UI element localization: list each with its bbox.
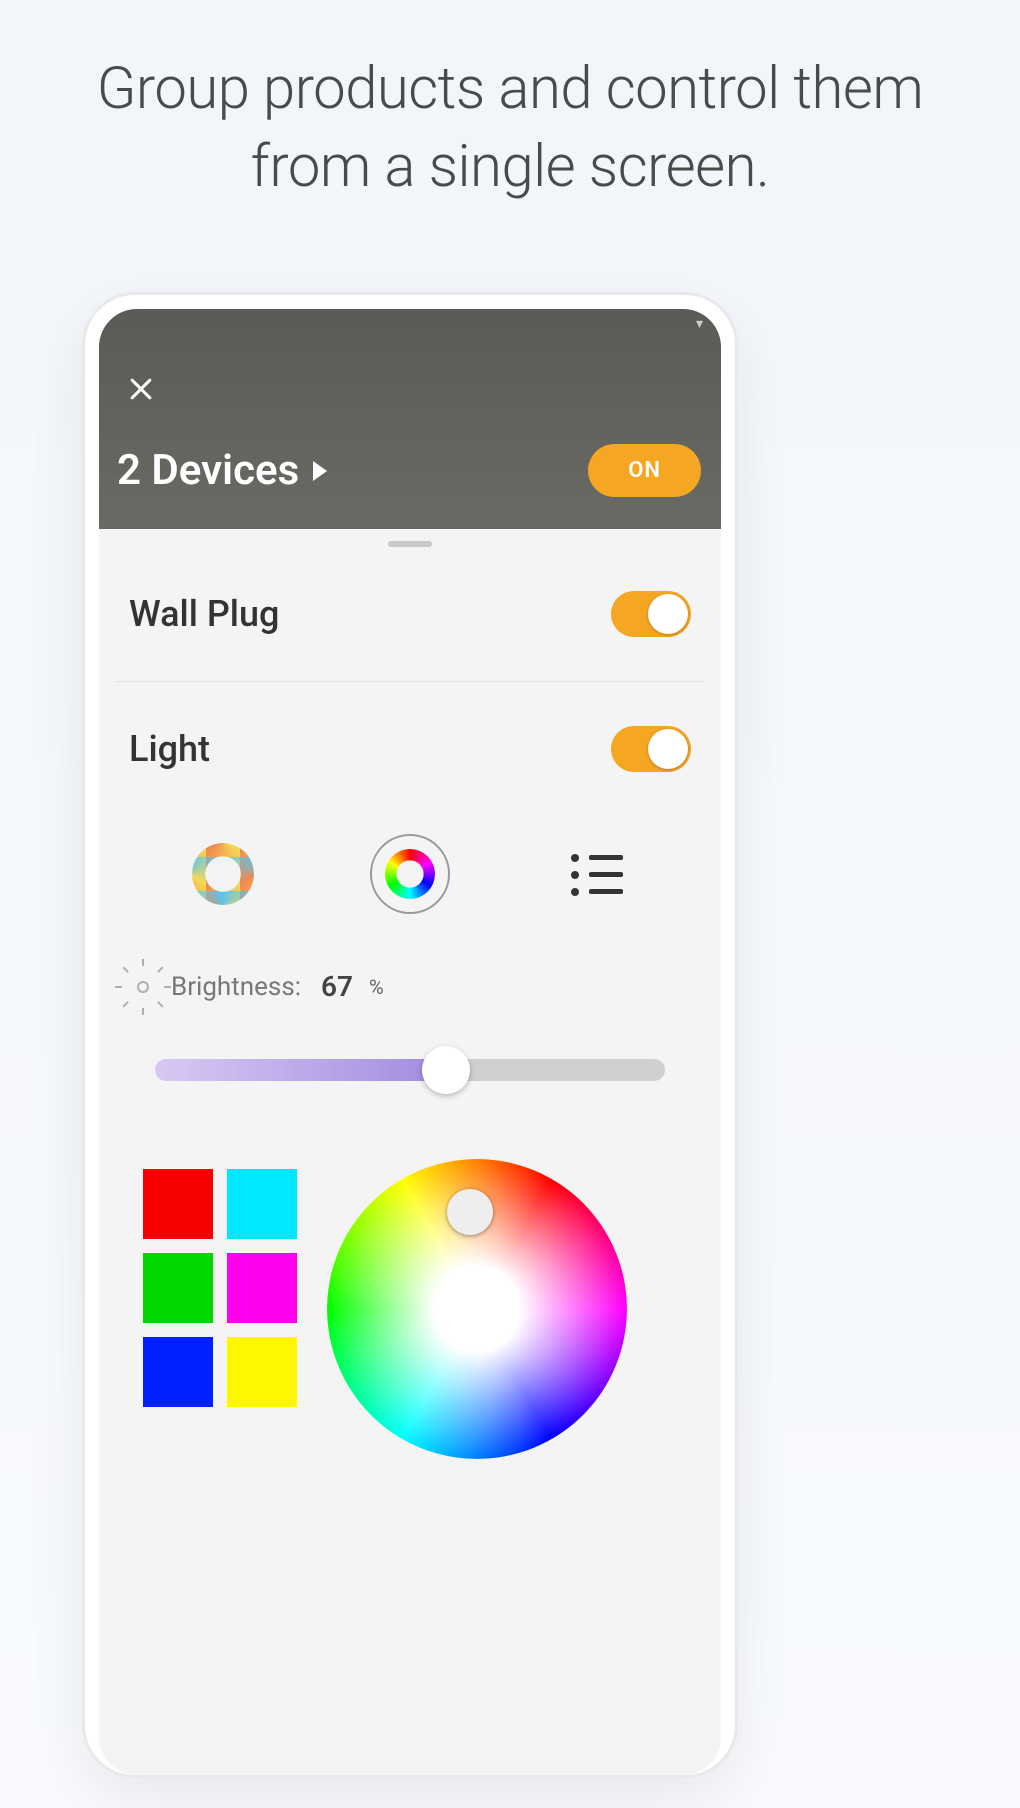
swatch-cyan[interactable] bbox=[227, 1169, 297, 1239]
wall-plug-toggle[interactable] bbox=[611, 591, 691, 637]
app-header: ▾ 2 Devices ON bbox=[99, 309, 721, 529]
mode-temperature-button[interactable] bbox=[183, 834, 263, 914]
swatch-blue[interactable] bbox=[143, 1337, 213, 1407]
light-toggle[interactable] bbox=[611, 726, 691, 772]
swatch-red[interactable] bbox=[143, 1169, 213, 1239]
caret-right-icon bbox=[313, 461, 327, 481]
wifi-icon: ▾ bbox=[696, 316, 703, 332]
brightness-value: 67 bbox=[321, 970, 353, 1003]
devices-title-row[interactable]: 2 Devices bbox=[117, 446, 327, 495]
control-panel: Wall Plug Light bbox=[99, 541, 721, 1775]
brightness-slider[interactable] bbox=[155, 1059, 665, 1081]
list-icon bbox=[571, 852, 623, 896]
color-wheel[interactable] bbox=[327, 1169, 677, 1429]
brightness-label: Brightness: bbox=[171, 972, 301, 1002]
swatch-green[interactable] bbox=[143, 1253, 213, 1323]
slider-thumb[interactable] bbox=[422, 1046, 470, 1094]
swatch-magenta[interactable] bbox=[227, 1253, 297, 1323]
brightness-readout: Brightness: 67 % bbox=[99, 924, 721, 1011]
status-bar: ▾ bbox=[99, 309, 721, 339]
phone-mockup: ▾ 2 Devices ON Wall Plug Light bbox=[85, 295, 735, 1775]
mode-presets-button[interactable] bbox=[557, 834, 637, 914]
power-on-button[interactable]: ON bbox=[588, 444, 701, 497]
color-wheel-cursor[interactable] bbox=[447, 1189, 493, 1235]
temperature-ring-icon bbox=[192, 843, 254, 905]
device-label: Light bbox=[129, 728, 210, 770]
color-mode-tabs bbox=[99, 816, 721, 924]
device-row-light: Light bbox=[99, 682, 721, 816]
swatch-yellow[interactable] bbox=[227, 1337, 297, 1407]
device-row-wall-plug: Wall Plug bbox=[99, 547, 721, 681]
brightness-icon bbox=[129, 973, 157, 1001]
close-icon[interactable] bbox=[121, 369, 161, 409]
devices-title: 2 Devices bbox=[117, 446, 299, 495]
marketing-headline: Group products and control them from a s… bbox=[0, 0, 1020, 237]
brightness-unit: % bbox=[369, 975, 384, 999]
mode-rgb-button[interactable] bbox=[370, 834, 450, 914]
rgb-ring-icon bbox=[385, 849, 435, 899]
color-swatch-grid bbox=[143, 1169, 297, 1429]
device-label: Wall Plug bbox=[129, 593, 279, 635]
